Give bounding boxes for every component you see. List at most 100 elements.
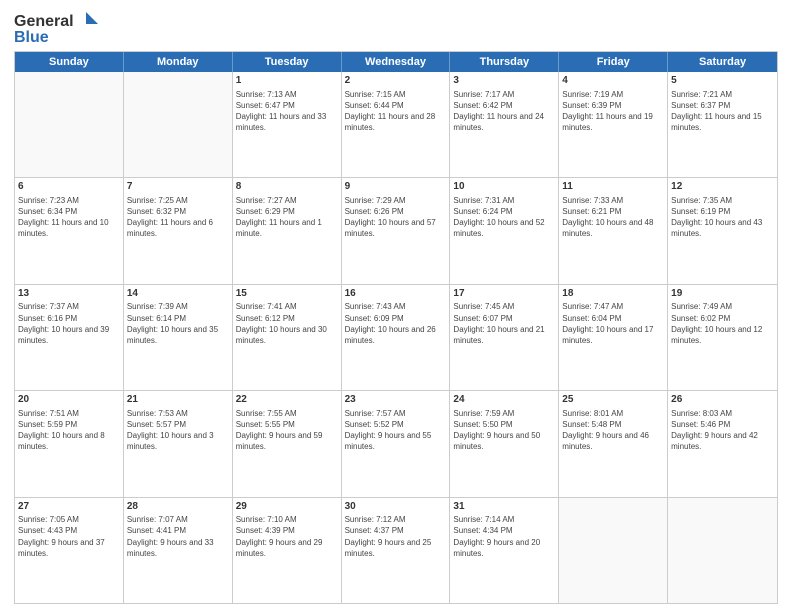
day-cell: 4Sunrise: 7:19 AM Sunset: 6:39 PM Daylig… [559,72,668,177]
day-number: 13 [18,287,120,301]
day-cell: 7Sunrise: 7:25 AM Sunset: 6:32 PM Daylig… [124,178,233,283]
day-cell [559,498,668,603]
day-number: 5 [671,74,774,88]
day-number: 14 [127,287,229,301]
day-cell: 14Sunrise: 7:39 AM Sunset: 6:14 PM Dayli… [124,285,233,390]
day-info: Sunrise: 7:37 AM Sunset: 6:16 PM Dayligh… [18,301,120,346]
day-number: 15 [236,287,338,301]
day-cell: 23Sunrise: 7:57 AM Sunset: 5:52 PM Dayli… [342,391,451,496]
logo: GeneralBlue [14,10,104,45]
day-cell: 31Sunrise: 7:14 AM Sunset: 4:34 PM Dayli… [450,498,559,603]
day-cell: 17Sunrise: 7:45 AM Sunset: 6:07 PM Dayli… [450,285,559,390]
day-info: Sunrise: 7:35 AM Sunset: 6:19 PM Dayligh… [671,195,774,240]
header: GeneralBlue [14,10,778,45]
day-cell: 8Sunrise: 7:27 AM Sunset: 6:29 PM Daylig… [233,178,342,283]
day-info: Sunrise: 7:15 AM Sunset: 6:44 PM Dayligh… [345,89,447,134]
week-row-4: 20Sunrise: 7:51 AM Sunset: 5:59 PM Dayli… [15,391,777,497]
day-number: 19 [671,287,774,301]
day-info: Sunrise: 7:53 AM Sunset: 5:57 PM Dayligh… [127,408,229,453]
week-row-1: 1Sunrise: 7:13 AM Sunset: 6:47 PM Daylig… [15,72,777,178]
day-number: 7 [127,180,229,194]
day-info: Sunrise: 7:31 AM Sunset: 6:24 PM Dayligh… [453,195,555,240]
page: GeneralBlue SundayMondayTuesdayWednesday… [0,0,792,612]
day-info: Sunrise: 7:59 AM Sunset: 5:50 PM Dayligh… [453,408,555,453]
day-info: Sunrise: 7:12 AM Sunset: 4:37 PM Dayligh… [345,514,447,559]
day-info: Sunrise: 7:49 AM Sunset: 6:02 PM Dayligh… [671,301,774,346]
day-cell: 29Sunrise: 7:10 AM Sunset: 4:39 PM Dayli… [233,498,342,603]
day-cell: 5Sunrise: 7:21 AM Sunset: 6:37 PM Daylig… [668,72,777,177]
day-cell: 12Sunrise: 7:35 AM Sunset: 6:19 PM Dayli… [668,178,777,283]
day-info: Sunrise: 7:23 AM Sunset: 6:34 PM Dayligh… [18,195,120,240]
day-info: Sunrise: 7:25 AM Sunset: 6:32 PM Dayligh… [127,195,229,240]
day-number: 16 [345,287,447,301]
day-info: Sunrise: 7:14 AM Sunset: 4:34 PM Dayligh… [453,514,555,559]
day-cell: 19Sunrise: 7:49 AM Sunset: 6:02 PM Dayli… [668,285,777,390]
day-cell: 15Sunrise: 7:41 AM Sunset: 6:12 PM Dayli… [233,285,342,390]
day-number: 30 [345,500,447,514]
day-cell: 1Sunrise: 7:13 AM Sunset: 6:47 PM Daylig… [233,72,342,177]
day-info: Sunrise: 7:17 AM Sunset: 6:42 PM Dayligh… [453,89,555,134]
calendar-header: SundayMondayTuesdayWednesdayThursdayFrid… [15,52,777,72]
logo-svg: GeneralBlue [14,10,104,45]
day-info: Sunrise: 7:41 AM Sunset: 6:12 PM Dayligh… [236,301,338,346]
day-cell: 11Sunrise: 7:33 AM Sunset: 6:21 PM Dayli… [559,178,668,283]
day-cell [668,498,777,603]
day-header-monday: Monday [124,52,233,72]
day-info: Sunrise: 7:05 AM Sunset: 4:43 PM Dayligh… [18,514,120,559]
day-info: Sunrise: 7:57 AM Sunset: 5:52 PM Dayligh… [345,408,447,453]
svg-text:General: General [14,13,74,30]
day-cell: 21Sunrise: 7:53 AM Sunset: 5:57 PM Dayli… [124,391,233,496]
day-header-wednesday: Wednesday [342,52,451,72]
day-cell: 28Sunrise: 7:07 AM Sunset: 4:41 PM Dayli… [124,498,233,603]
day-info: Sunrise: 7:21 AM Sunset: 6:37 PM Dayligh… [671,89,774,134]
day-header-sunday: Sunday [15,52,124,72]
day-number: 18 [562,287,664,301]
week-row-3: 13Sunrise: 7:37 AM Sunset: 6:16 PM Dayli… [15,285,777,391]
day-info: Sunrise: 7:33 AM Sunset: 6:21 PM Dayligh… [562,195,664,240]
week-row-5: 27Sunrise: 7:05 AM Sunset: 4:43 PM Dayli… [15,498,777,603]
day-cell: 13Sunrise: 7:37 AM Sunset: 6:16 PM Dayli… [15,285,124,390]
day-header-friday: Friday [559,52,668,72]
calendar-body: 1Sunrise: 7:13 AM Sunset: 6:47 PM Daylig… [15,72,777,603]
day-number: 1 [236,74,338,88]
day-info: Sunrise: 7:27 AM Sunset: 6:29 PM Dayligh… [236,195,338,240]
calendar: SundayMondayTuesdayWednesdayThursdayFrid… [14,51,778,604]
svg-text:Blue: Blue [14,29,49,45]
day-cell: 24Sunrise: 7:59 AM Sunset: 5:50 PM Dayli… [450,391,559,496]
day-info: Sunrise: 7:19 AM Sunset: 6:39 PM Dayligh… [562,89,664,134]
day-number: 12 [671,180,774,194]
day-cell: 2Sunrise: 7:15 AM Sunset: 6:44 PM Daylig… [342,72,451,177]
day-number: 2 [345,74,447,88]
day-number: 31 [453,500,555,514]
day-number: 10 [453,180,555,194]
day-number: 28 [127,500,229,514]
day-cell: 27Sunrise: 7:05 AM Sunset: 4:43 PM Dayli… [15,498,124,603]
day-info: Sunrise: 7:07 AM Sunset: 4:41 PM Dayligh… [127,514,229,559]
day-info: Sunrise: 8:03 AM Sunset: 5:46 PM Dayligh… [671,408,774,453]
day-info: Sunrise: 7:29 AM Sunset: 6:26 PM Dayligh… [345,195,447,240]
day-info: Sunrise: 7:51 AM Sunset: 5:59 PM Dayligh… [18,408,120,453]
day-number: 24 [453,393,555,407]
day-number: 20 [18,393,120,407]
day-number: 3 [453,74,555,88]
day-number: 21 [127,393,229,407]
day-number: 27 [18,500,120,514]
day-cell: 6Sunrise: 7:23 AM Sunset: 6:34 PM Daylig… [15,178,124,283]
day-number: 17 [453,287,555,301]
day-number: 25 [562,393,664,407]
day-number: 11 [562,180,664,194]
day-info: Sunrise: 7:10 AM Sunset: 4:39 PM Dayligh… [236,514,338,559]
day-number: 26 [671,393,774,407]
day-cell: 18Sunrise: 7:47 AM Sunset: 6:04 PM Dayli… [559,285,668,390]
day-info: Sunrise: 7:39 AM Sunset: 6:14 PM Dayligh… [127,301,229,346]
day-number: 23 [345,393,447,407]
day-info: Sunrise: 7:47 AM Sunset: 6:04 PM Dayligh… [562,301,664,346]
day-cell [15,72,124,177]
day-cell [124,72,233,177]
day-info: Sunrise: 7:13 AM Sunset: 6:47 PM Dayligh… [236,89,338,134]
day-header-thursday: Thursday [450,52,559,72]
day-cell: 3Sunrise: 7:17 AM Sunset: 6:42 PM Daylig… [450,72,559,177]
day-info: Sunrise: 7:43 AM Sunset: 6:09 PM Dayligh… [345,301,447,346]
day-info: Sunrise: 8:01 AM Sunset: 5:48 PM Dayligh… [562,408,664,453]
day-cell: 25Sunrise: 8:01 AM Sunset: 5:48 PM Dayli… [559,391,668,496]
